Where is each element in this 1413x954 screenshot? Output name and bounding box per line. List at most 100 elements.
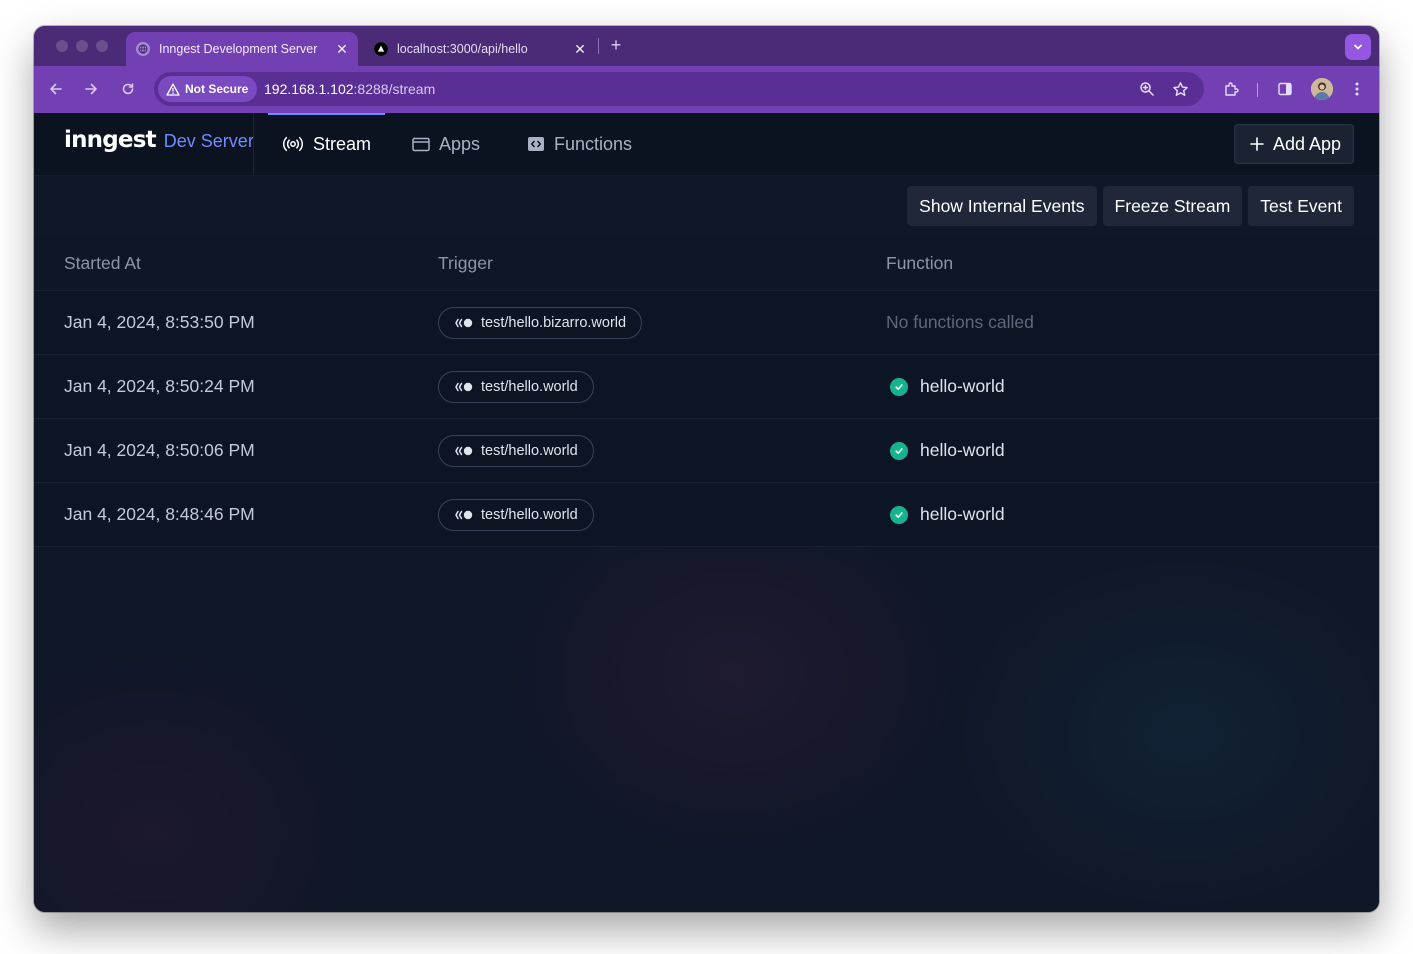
tab-divider bbox=[598, 38, 599, 54]
arrow-right-icon bbox=[85, 83, 97, 95]
started-at: Jan 4, 2024, 8:48:46 PM bbox=[64, 504, 255, 524]
tab-title: Inngest Development Server bbox=[159, 42, 318, 56]
forward-button[interactable] bbox=[80, 78, 102, 100]
started-at: Jan 4, 2024, 8:50:06 PM bbox=[64, 440, 255, 460]
event-icon bbox=[455, 446, 473, 455]
reload-icon bbox=[122, 83, 134, 95]
browser-menu-button[interactable] bbox=[1346, 78, 1368, 100]
window-controls bbox=[56, 40, 108, 52]
nav-functions-label: Functions bbox=[554, 133, 633, 154]
more-vertical-icon bbox=[1355, 82, 1359, 96]
add-app-button[interactable]: Add App bbox=[1233, 124, 1354, 164]
function-empty: No functions called bbox=[886, 312, 1034, 332]
minimize-window-button[interactable] bbox=[76, 40, 88, 52]
stream-table: Started At Trigger Function Jan 4, 2024,… bbox=[34, 237, 1379, 547]
column-function: Function bbox=[886, 253, 954, 273]
table-row[interactable]: Jan 4, 2024, 8:48:46 PM test/hello.world… bbox=[34, 482, 1379, 547]
event-trigger-pill[interactable]: test/hello.world bbox=[438, 370, 594, 403]
url-text[interactable]: 192.168.1.102:8288/stream bbox=[264, 81, 435, 97]
table-header: Started At Trigger Function bbox=[34, 237, 1379, 290]
globe-icon bbox=[136, 42, 150, 56]
back-button[interactable] bbox=[45, 78, 67, 100]
event-trigger-pill[interactable]: test/hello.world bbox=[438, 434, 594, 467]
close-window-button[interactable] bbox=[56, 40, 68, 52]
function-cell[interactable]: hello-world bbox=[886, 504, 1005, 525]
security-label: Not Secure bbox=[185, 82, 249, 96]
started-at: Jan 4, 2024, 8:53:50 PM bbox=[64, 312, 255, 332]
tab-localhost-api-hello[interactable]: localhost:3000/api/hello ✕ bbox=[364, 32, 596, 66]
side-panel-icon bbox=[1278, 82, 1292, 96]
header-divider bbox=[253, 113, 254, 175]
zoom-button[interactable] bbox=[1138, 80, 1156, 98]
warning-icon bbox=[166, 83, 180, 96]
reload-button[interactable] bbox=[117, 78, 139, 100]
security-indicator[interactable]: Not Secure bbox=[158, 76, 258, 102]
avatar-icon bbox=[1311, 78, 1333, 100]
bookmark-button[interactable] bbox=[1171, 80, 1189, 98]
check-circle-icon bbox=[890, 441, 908, 460]
test-event-button[interactable]: Test Event bbox=[1248, 186, 1354, 226]
column-trigger: Trigger bbox=[438, 253, 493, 273]
event-icon bbox=[455, 510, 473, 519]
puzzle-icon bbox=[1225, 82, 1239, 96]
arrow-left-icon bbox=[50, 83, 62, 95]
close-tab-icon[interactable]: ✕ bbox=[334, 41, 350, 58]
browser-toolbar: Not Secure 192.168.1.102:8288/stream bbox=[34, 66, 1379, 113]
nav-apps[interactable]: Apps bbox=[412, 113, 480, 175]
vercel-triangle-icon bbox=[374, 42, 388, 56]
add-app-label: Add App bbox=[1272, 133, 1341, 154]
app-header: inngest Dev Server Stream Apps Functions… bbox=[34, 113, 1379, 176]
event-name: test/hello.world bbox=[481, 442, 578, 459]
table-row[interactable]: Jan 4, 2024, 8:50:24 PM test/hello.world… bbox=[34, 354, 1379, 418]
close-tab-icon[interactable]: ✕ bbox=[572, 41, 588, 58]
toolbar-divider bbox=[1257, 83, 1258, 97]
tab-strip: Inngest Development Server ✕ localhost:3… bbox=[34, 26, 1379, 66]
table-row[interactable]: Jan 4, 2024, 8:50:06 PM test/hello.world… bbox=[34, 418, 1379, 482]
trigger-cell: test/hello.world bbox=[438, 370, 594, 403]
event-icon bbox=[455, 318, 473, 327]
nav-stream-label: Stream bbox=[313, 133, 372, 154]
new-tab-button[interactable]: + bbox=[608, 35, 624, 56]
check-circle-icon bbox=[890, 377, 908, 396]
code-icon bbox=[528, 137, 544, 151]
function-name: hello-world bbox=[920, 504, 1005, 524]
event-name: test/hello.world bbox=[481, 378, 578, 395]
function-cell[interactable]: hello-world bbox=[886, 376, 1005, 397]
tab-title: localhost:3000/api/hello bbox=[397, 42, 528, 56]
trigger-cell: test/hello.world bbox=[438, 498, 594, 531]
column-started-at: Started At bbox=[64, 253, 141, 273]
check-circle-icon bbox=[890, 505, 908, 524]
trigger-cell: test/hello.world bbox=[438, 434, 594, 467]
broadcast-icon bbox=[282, 136, 304, 152]
table-row[interactable]: Jan 4, 2024, 8:53:50 PM test/hello.bizar… bbox=[34, 290, 1379, 354]
url-host: 192.168.1.102 bbox=[264, 81, 354, 97]
nav-functions[interactable]: Functions bbox=[527, 113, 632, 175]
address-bar[interactable]: Not Secure 192.168.1.102:8288/stream bbox=[154, 72, 1204, 106]
stream-actions: Show Internal Events Freeze Stream Test … bbox=[907, 186, 1354, 226]
side-panel-button[interactable] bbox=[1274, 78, 1296, 100]
maximize-window-button[interactable] bbox=[96, 40, 108, 52]
event-trigger-pill[interactable]: test/hello.world bbox=[438, 498, 594, 531]
chevron-down-icon bbox=[1354, 44, 1362, 50]
function-cell[interactable]: hello-world bbox=[886, 440, 1005, 461]
tab-search-button[interactable] bbox=[1345, 34, 1371, 60]
product-name: Dev Server bbox=[163, 131, 254, 151]
event-name: test/hello.world bbox=[481, 506, 578, 523]
nav-stream[interactable]: Stream bbox=[267, 113, 386, 175]
tab-inngest-dev-server[interactable]: Inngest Development Server ✕ bbox=[126, 32, 358, 66]
trigger-cell: test/hello.bizarro.world bbox=[438, 306, 643, 339]
url-path: :8288/stream bbox=[353, 81, 436, 97]
freeze-stream-button[interactable]: Freeze Stream bbox=[1102, 186, 1243, 226]
extensions-button[interactable] bbox=[1221, 78, 1243, 100]
event-trigger-pill[interactable]: test/hello.bizarro.world bbox=[438, 306, 643, 339]
function-name: hello-world bbox=[920, 440, 1005, 460]
window-icon bbox=[412, 137, 430, 151]
inngest-app: inngest Dev Server Stream Apps Functions… bbox=[34, 113, 1379, 912]
started-at: Jan 4, 2024, 8:50:24 PM bbox=[64, 376, 255, 396]
event-icon bbox=[455, 382, 473, 391]
profile-avatar[interactable] bbox=[1311, 78, 1333, 100]
brand[interactable]: inngest Dev Server bbox=[64, 127, 254, 153]
nav-apps-label: Apps bbox=[439, 133, 481, 154]
function-name: hello-world bbox=[920, 376, 1005, 396]
show-internal-events-button[interactable]: Show Internal Events bbox=[907, 186, 1097, 226]
